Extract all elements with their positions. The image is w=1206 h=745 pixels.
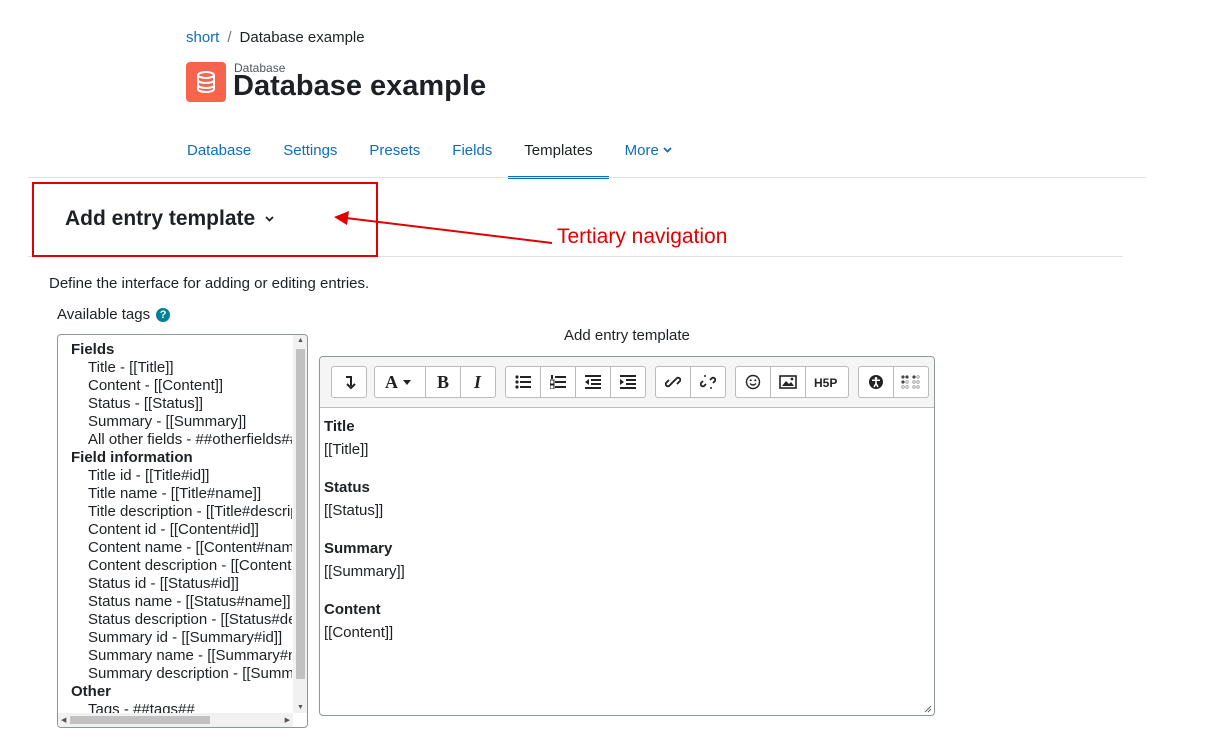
- resize-handle-icon[interactable]: [924, 705, 932, 713]
- horizontal-scroll-thumb[interactable]: [70, 716, 210, 724]
- editor-content-area[interactable]: Title [[Title]] Status [[Status]] Summar…: [324, 415, 405, 659]
- annotation-label: Tertiary navigation: [557, 225, 728, 248]
- toolbar-group: H5P: [735, 366, 849, 398]
- tag-option[interactable]: Title name - [[Title#name]]: [58, 485, 292, 503]
- tag-option[interactable]: Summary id - [[Summary#id]]: [58, 629, 292, 647]
- tag-group-field-information: Field information: [71, 449, 193, 466]
- tag-option[interactable]: Title id - [[Title#id]]: [58, 467, 292, 485]
- unlink-button[interactable]: [691, 367, 725, 397]
- toolbar-group: [331, 366, 367, 398]
- bold-icon: B: [437, 374, 449, 390]
- tag-option[interactable]: Summary name - [[Summary#name]]: [58, 647, 292, 665]
- screenreader-helper-button[interactable]: [894, 367, 928, 397]
- scroll-left-icon[interactable]: ◀: [61, 716, 66, 724]
- font-style-icon: A: [385, 374, 411, 390]
- tag-option[interactable]: Content name - [[Content#name]]: [58, 539, 292, 557]
- tag-option[interactable]: Summary - [[Summary]]: [58, 413, 292, 431]
- italic-button[interactable]: I: [461, 367, 495, 397]
- font-style-button[interactable]: A: [375, 367, 426, 397]
- scroll-down-icon[interactable]: ▼: [297, 704, 304, 711]
- tag-group-fields: Fields: [71, 341, 115, 358]
- ordered-list-button[interactable]: [541, 367, 576, 397]
- link-icon: [665, 376, 681, 388]
- tag-group-other: Other: [71, 683, 112, 700]
- content-value-title: [[Title]]: [324, 441, 369, 458]
- svg-text:B: B: [437, 374, 449, 390]
- toolbar-group: [505, 366, 646, 398]
- braille-icon: [901, 375, 920, 389]
- emoji-button[interactable]: [736, 367, 771, 397]
- svg-text:A: A: [385, 374, 398, 390]
- image-icon: [779, 375, 797, 389]
- outdent-icon: [585, 375, 601, 389]
- toolbar-group: [858, 366, 929, 398]
- editor-label: Add entry template: [564, 327, 690, 344]
- accessibility-checker-button[interactable]: [859, 367, 894, 397]
- content-value-summary: [[Summary]]: [324, 563, 405, 580]
- accessibility-icon: [869, 375, 883, 389]
- tag-option[interactable]: Tags - ##tags##: [58, 701, 292, 713]
- toolbar-group: [655, 366, 726, 398]
- vertical-scrollbar[interactable]: ▲ ▼: [293, 335, 307, 713]
- content-heading-title: Title: [324, 418, 355, 435]
- outdent-button[interactable]: [576, 367, 611, 397]
- unordered-list-button[interactable]: [506, 367, 541, 397]
- unlink-icon: [700, 375, 716, 389]
- unordered-list-icon: [515, 375, 531, 389]
- content-value-content: [[Content]]: [324, 624, 394, 641]
- content-heading-status: Status: [324, 479, 370, 496]
- vertical-scroll-thumb[interactable]: [296, 349, 305, 679]
- content-value-status: [[Status]]: [324, 502, 384, 519]
- h5p-icon: H5P: [814, 376, 837, 389]
- help-icon[interactable]: ?: [156, 307, 171, 322]
- template-description: Define the interface for adding or editi…: [49, 275, 370, 292]
- toolbar-toggle-button[interactable]: [332, 367, 366, 397]
- bold-button[interactable]: B: [426, 367, 461, 397]
- available-tags-heading: Available tags ?: [57, 306, 171, 323]
- tag-option[interactable]: Content description - [[Content#descript…: [58, 557, 292, 575]
- tag-option[interactable]: Status description - [[Status#descriptio…: [58, 611, 292, 629]
- tag-option[interactable]: Status - [[Status]]: [58, 395, 292, 413]
- indent-button[interactable]: [611, 367, 645, 397]
- horizontal-scrollbar[interactable]: ◀ ▶: [58, 713, 293, 727]
- collapse-toggle-icon: [346, 376, 356, 390]
- content-heading-summary: Summary: [324, 540, 393, 557]
- image-button[interactable]: [771, 367, 806, 397]
- tag-option[interactable]: Content id - [[Content#id]]: [58, 521, 292, 539]
- tag-option[interactable]: Title description - [[Title#description]…: [58, 503, 292, 521]
- svg-text:I: I: [473, 374, 482, 390]
- tag-option[interactable]: Status name - [[Status#name]]: [58, 593, 292, 611]
- ordered-list-icon: [550, 375, 566, 389]
- italic-icon: I: [473, 374, 482, 390]
- tag-option[interactable]: Content - [[Content]]: [58, 377, 292, 395]
- available-tags-listbox[interactable]: Fields Title - [[Title]] Content - [[Con…: [57, 334, 308, 728]
- tag-option[interactable]: Title - [[Title]]: [58, 359, 292, 377]
- available-tags-label: Available tags: [57, 306, 151, 323]
- scroll-right-icon[interactable]: ▶: [285, 716, 290, 724]
- editor-toolbar: A B I H5P: [320, 357, 934, 408]
- svg-text:H5P: H5P: [814, 376, 837, 389]
- tag-option[interactable]: Summary description - [[Summary#descript…: [58, 665, 292, 683]
- template-editor: A B I H5P Title [[Title]] Status [[Statu…: [319, 356, 935, 716]
- toolbar-group: A B I: [374, 366, 496, 398]
- link-button[interactable]: [656, 367, 691, 397]
- indent-icon: [620, 375, 636, 389]
- tag-option[interactable]: All other fields - ##otherfields##: [58, 431, 292, 449]
- h5p-button[interactable]: H5P: [806, 367, 848, 397]
- emoji-icon: [745, 374, 761, 390]
- content-heading-content: Content: [324, 601, 381, 618]
- tags-list: Fields Title - [[Title]] Content - [[Con…: [58, 335, 292, 713]
- tag-option[interactable]: Status id - [[Status#id]]: [58, 575, 292, 593]
- scroll-up-icon[interactable]: ▲: [297, 337, 304, 344]
